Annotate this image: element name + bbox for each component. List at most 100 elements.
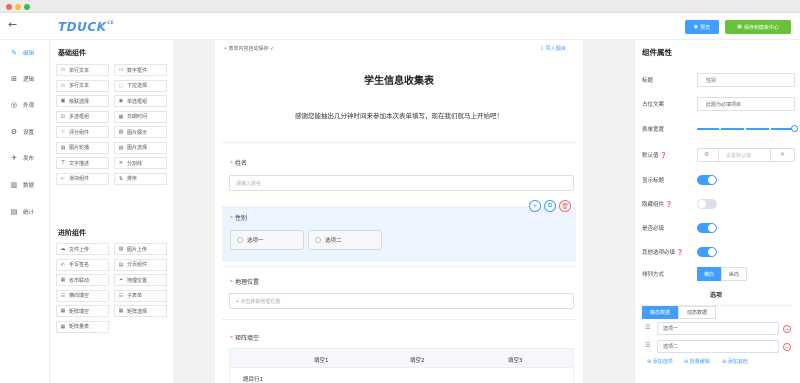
divider [718, 148, 719, 162]
show-title-switch[interactable] [697, 175, 717, 185]
palette-item[interactable]: ◉ 单选框组 [114, 95, 167, 107]
autosave-status: • 表单内容自动保存 ✓ [224, 46, 275, 52]
layout-horizontal-button[interactable]: 横向 [697, 267, 721, 281]
text-desc-icon: T [61, 160, 65, 166]
palette-item-label: 评分组件 [69, 129, 90, 136]
nav-item[interactable]: ✈ 发布 [10, 153, 34, 163]
palette-item[interactable]: ▭ 多行文本 [56, 79, 109, 92]
back-arrow-icon[interactable]: ← [8, 18, 17, 31]
palette-item[interactable]: ◌ 下拉选择 [114, 79, 167, 92]
maximize-window-icon[interactable] [24, 4, 30, 10]
palette-item-label: 下拉选择 [127, 83, 148, 89]
palette-item[interactable]: ▨ 图片选择 [114, 141, 167, 154]
save-to-template-button[interactable]: ▣ 保存到模板中心 [725, 20, 791, 34]
placeholder-prop-input[interactable]: 此题为必填项目 [697, 97, 795, 111]
name-input[interactable]: 请输入姓名 [229, 175, 574, 191]
palette-item[interactable]: ☷ 横向填空 [56, 289, 109, 302]
nav-item[interactable]: ⚙ 设置 [10, 127, 34, 137]
default-value-placeholder: 设置默认值 [726, 153, 752, 159]
palette-item-label: 矩阵量表 [69, 324, 90, 330]
publish-icon: ✈ [11, 154, 17, 162]
divider-icon: ≡ [118, 160, 124, 166]
palette-item[interactable]: ⇅ 排序 [114, 172, 167, 185]
palette-item-label: 图片轮播 [69, 145, 90, 151]
palette-item[interactable]: ▣ 级联选择 [56, 95, 109, 107]
minimize-window-icon[interactable] [15, 4, 21, 10]
close-window-icon[interactable] [6, 4, 12, 10]
palette-item[interactable]: ▦ 日期时间 [114, 110, 167, 123]
delete-field-icon[interactable]: 🗑 [559, 200, 571, 212]
nav-item[interactable]: ▥ 数据 [10, 180, 34, 190]
nav-item[interactable]: ⊞ 逻辑 [10, 74, 34, 84]
palette-item-label: 地理位置 [127, 277, 148, 284]
palette-item[interactable]: ☁ 文件上传 [56, 243, 109, 255]
window-titlebar [0, 0, 800, 13]
remove-option-icon[interactable]: − [783, 325, 791, 333]
palette-item[interactable]: ▦ 矩阵填空 [56, 305, 109, 317]
layout-vertical-button[interactable]: 纵向 [721, 267, 747, 281]
static-data-tab[interactable]: 静态数据 [642, 306, 678, 319]
multi-line-text-icon: ▭ [60, 82, 66, 89]
palette-item[interactable]: ▭ 数字框件 [114, 64, 167, 76]
hidden-switch[interactable] [697, 199, 717, 209]
other-required-switch[interactable] [697, 247, 717, 257]
palette-item-label: 排序 [127, 176, 138, 182]
palette-item[interactable]: ☆ 评分组件 [56, 126, 109, 138]
palette-item-label: 文件上传 [69, 246, 90, 253]
drag-handle-icon[interactable]: ☰ [645, 324, 650, 331]
palette-item[interactable]: ▦ 矩阵选择 [114, 305, 167, 317]
palette-item[interactable]: ▨ 图片展示 [114, 126, 167, 138]
palette-item[interactable]: ☷ 子表单 [114, 289, 167, 302]
copy-field-icon[interactable]: ⧉ [544, 200, 556, 212]
title-prop-input[interactable]: 性别 [697, 73, 795, 87]
palette-item[interactable]: ▤ 分页组件 [114, 258, 167, 271]
width-slider[interactable] [697, 128, 795, 130]
edit-icon: ✎ [11, 49, 17, 57]
logic-icon: ⊞ [11, 75, 17, 83]
palette-item[interactable]: ▨ 图片轮播 [56, 141, 109, 154]
option-input-1[interactable]: 选项一 [657, 322, 779, 335]
drag-handle-icon[interactable]: ☰ [645, 342, 650, 349]
nav-item[interactable]: ▤ 统计 [10, 207, 34, 217]
remove-option-icon[interactable]: − [783, 343, 791, 351]
palette-item[interactable]: ▦ 省市联动 [56, 274, 109, 286]
divider [222, 319, 576, 320]
palette-item[interactable]: T 文字描述 [56, 157, 109, 169]
width-slider-thumb[interactable] [791, 125, 798, 132]
palette-item[interactable]: ☑ 多选框组 [56, 110, 109, 123]
add-option-link[interactable]: ⊕ 添加选项 [647, 358, 673, 365]
nav-item[interactable]: ◎ 外观 [10, 100, 34, 110]
palette-item-label: 单行文本 [69, 67, 90, 74]
other-required-label: 其他选项必填 ❓ [642, 250, 684, 256]
name-field-label: * 姓名 [230, 160, 248, 167]
import-questions-link[interactable]: ⇩ 导入题目 [540, 45, 566, 52]
clear-icon[interactable]: ✕ [780, 151, 785, 158]
palette-item[interactable]: ✍ 手写签名 [56, 258, 109, 271]
palette-item[interactable]: ⇠ 滑块组件 [56, 172, 109, 185]
palette-item[interactable]: ▨ 图片上传 [114, 243, 167, 255]
gender-option-2[interactable]: 选项二 [308, 230, 382, 250]
settings-icon[interactable]: ⚙ [704, 151, 709, 158]
palette-item[interactable]: ▭ 单行文本 [56, 64, 109, 76]
palette-item[interactable]: ▦ 矩阵量表 [56, 320, 109, 333]
image-carousel-icon: ▨ [60, 144, 66, 151]
palette-item-label: 级联选择 [69, 98, 90, 105]
batch-edit-link[interactable]: ⊕ 批量编辑 [684, 358, 710, 365]
option-input-2[interactable]: 选项二 [657, 340, 779, 353]
dynamic-data-tab[interactable]: 动态数据 [678, 306, 716, 319]
palette-item-label: 日期时间 [127, 114, 148, 120]
form-description[interactable]: 感谢您能抽出几分钟时间来参加本次表单填写，现在我们就马上开始吧！ [215, 110, 583, 120]
palette-item[interactable]: ⌖ 地理位置 [114, 274, 167, 286]
nav-item[interactable]: ✎ 编辑 [10, 48, 34, 58]
required-switch[interactable] [697, 223, 717, 233]
preview-icon: ◉ [693, 24, 699, 30]
add-field-icon[interactable]: + [529, 200, 541, 212]
palette-item[interactable]: ≡ 分割线 [114, 157, 167, 169]
width-prop-label: 表单宽度 [642, 127, 665, 133]
form-title[interactable]: 学生信息收集表 [215, 72, 583, 87]
location-input[interactable]: ⌖ 点击获取地理位置 [229, 293, 574, 309]
add-other-link[interactable]: ⊕ 添加其他 [722, 358, 748, 365]
gender-option-1[interactable]: 选项一 [230, 230, 304, 250]
divider [222, 142, 576, 143]
preview-button[interactable]: ◉ 预览 [685, 20, 719, 34]
